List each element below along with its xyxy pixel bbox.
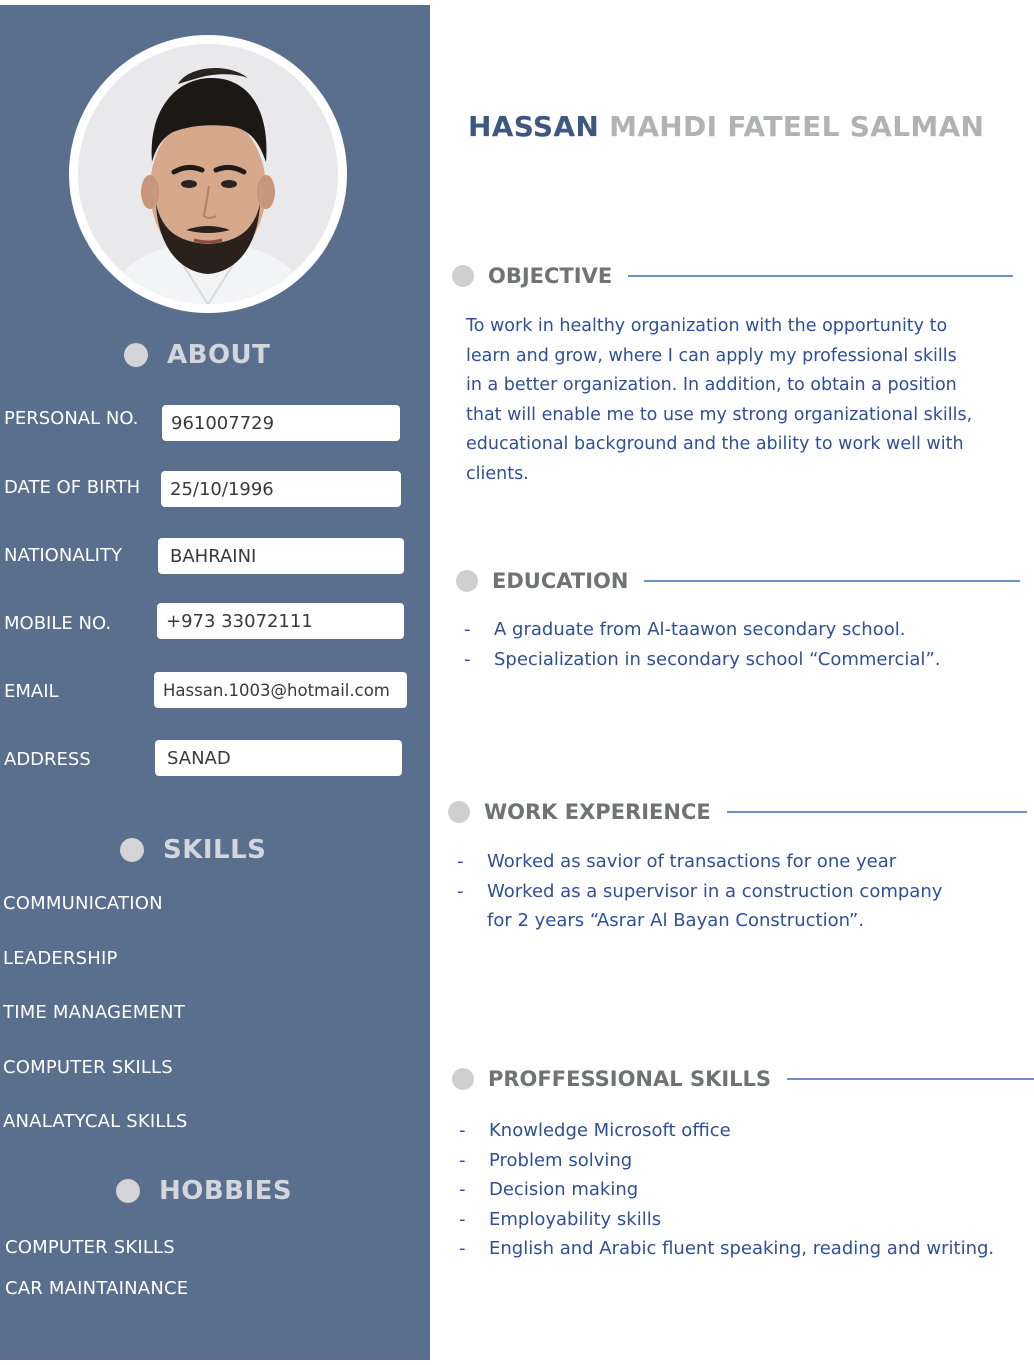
section-divider: [726, 811, 1027, 813]
personal-no-label: PERSONAL NO.: [4, 408, 139, 429]
address-label: ADDRESS: [4, 749, 91, 770]
list-item: - Employability skills: [459, 1205, 994, 1235]
date-of-birth-field: 25/10/1996: [161, 471, 401, 507]
objective-line: that will enable me to use my strong org…: [466, 404, 973, 425]
full-name: HASSAN MAHDI FATEEL SALMAN: [468, 110, 984, 143]
list-item: - A graduate from Al-taawon secondary sch…: [464, 615, 940, 645]
list-item: - Knowledge Microsoft office: [459, 1116, 994, 1146]
professional-skills-heading: PROFFESSIONAL SKILLS: [452, 1067, 1034, 1091]
date-of-birth-label: DATE OF BIRTH: [4, 477, 141, 498]
dash-bullet: -: [459, 1238, 466, 1259]
address-field: SANAD: [155, 740, 402, 776]
bullet-dot-icon: [120, 838, 144, 862]
skill-item: LEADERSHIP: [3, 948, 118, 969]
list-item: - Decision making: [459, 1175, 994, 1205]
profile-photo: [78, 44, 338, 304]
nationality-label: NATIONALITY: [4, 545, 122, 566]
list-item: - Worked as a supervisor in a constructio…: [457, 877, 942, 907]
education-title: EDUCATION: [492, 569, 629, 593]
list-item: - Specialization in secondary school “Com…: [464, 645, 940, 675]
list-item-text: Decision making: [489, 1179, 639, 1200]
professional-skills-title: PROFFESSIONAL SKILLS: [488, 1067, 772, 1091]
list-item: - English and Arabic fluent speaking, rea…: [459, 1234, 994, 1264]
hobbies-heading: HOBBIES: [116, 1176, 292, 1206]
list-item-text: Employability skills: [489, 1208, 662, 1230]
skills-heading: SKILLS: [120, 835, 266, 865]
objective-text: To work in healthy organization with the…: [466, 312, 996, 489]
list-item-text: for 2 years “Asrar Al Bayan Construction…: [487, 910, 865, 931]
list-item-continuation: for 2 years “Asrar Al Bayan Construction…: [457, 906, 942, 936]
dash-bullet: -: [459, 1149, 466, 1171]
dash-bullet: -: [459, 1120, 466, 1141]
list-item-text: Knowledge Microsoft office: [489, 1120, 731, 1141]
bullet-dot-icon: [448, 801, 470, 823]
list-item-text: English and Arabic fluent speaking, read…: [489, 1238, 995, 1259]
bullet-dot-icon: [456, 570, 478, 592]
education-heading: EDUCATION: [456, 569, 1021, 593]
section-divider: [787, 1078, 1034, 1080]
dash-bullet: -: [464, 648, 471, 670]
objective-line: To work in healthy organization with the…: [466, 316, 948, 336]
list-item-text: Specialization in secondary school “Comm…: [494, 648, 941, 670]
profile-photo-frame: [69, 35, 347, 313]
hobby-item: COMPUTER SKILLS: [5, 1237, 175, 1258]
education-list: - A graduate from Al-taawon secondary sch…: [464, 615, 940, 674]
work-experience-title: WORK EXPERIENCE: [484, 800, 711, 824]
sidebar: ABOUT PERSONAL NO. 961007729 DATE OF BIR…: [0, 5, 430, 1360]
bullet-dot-icon: [116, 1179, 140, 1203]
dash-bullet: -: [459, 1179, 466, 1200]
list-item-text: Worked as savior of transactions for one…: [487, 851, 897, 872]
skill-item: ANALATYCAL SKILLS: [3, 1111, 188, 1132]
list-item-text: A graduate from Al-taawon secondary scho…: [494, 619, 906, 640]
email-label: EMAIL: [4, 681, 59, 702]
objective-heading: OBJECTIVE: [452, 264, 1014, 288]
skill-item: TIME MANAGEMENT: [3, 1002, 185, 1023]
objective-line: clients.: [466, 463, 529, 484]
dash-bullet: -: [457, 880, 464, 902]
mobile-no-label: MOBILE NO.: [4, 613, 112, 634]
objective-title: OBJECTIVE: [488, 264, 613, 288]
hobbies-heading-text: HOBBIES: [159, 1176, 293, 1206]
skill-item: COMMUNICATION: [3, 893, 163, 914]
nationality-field: BAHRAINI: [158, 538, 404, 574]
section-divider: [644, 580, 1021, 582]
professional-skills-list: - Knowledge Microsoft office - Problem sol…: [459, 1116, 994, 1264]
personal-no-field: 961007729: [162, 405, 400, 441]
bullet-dot-icon: [452, 1068, 474, 1090]
first-name: HASSAN: [468, 110, 600, 143]
dash-bullet: -: [464, 619, 471, 640]
section-divider: [628, 275, 1014, 277]
objective-line: in a better organization. In addition, t…: [466, 375, 957, 395]
skills-heading-text: SKILLS: [163, 835, 267, 865]
mobile-no-field: +973 33072111: [157, 603, 404, 639]
hobby-item: CAR MAINTAINANCE: [5, 1278, 189, 1299]
person-portrait-icon: [78, 44, 338, 304]
list-item: - Worked as savior of transactions for on…: [457, 847, 942, 877]
resume-page: ABOUT PERSONAL NO. 961007729 DATE OF BIR…: [0, 0, 1034, 1365]
objective-line: educational background and the ability t…: [466, 434, 964, 454]
list-item-text: Problem solving: [489, 1149, 633, 1171]
about-heading-text: ABOUT: [167, 340, 271, 370]
list-item: - Problem solving: [459, 1146, 994, 1176]
list-item-text: Worked as a supervisor in a construction…: [487, 880, 943, 902]
bullet-dot-icon: [452, 265, 474, 287]
work-experience-list: - Worked as savior of transactions for on…: [457, 847, 942, 936]
bullet-dot-icon: [124, 343, 148, 367]
dash-bullet: -: [459, 1208, 466, 1230]
email-field: Hassan.1003@hotmail.com: [154, 672, 407, 708]
work-experience-heading: WORK EXPERIENCE: [448, 800, 1027, 824]
about-heading: ABOUT: [124, 340, 270, 370]
objective-line: learn and grow, where I can apply my pro…: [466, 345, 957, 366]
skill-item: COMPUTER SKILLS: [3, 1057, 173, 1078]
last-names: MAHDI FATEEL SALMAN: [609, 110, 985, 143]
dash-bullet: -: [457, 851, 464, 872]
